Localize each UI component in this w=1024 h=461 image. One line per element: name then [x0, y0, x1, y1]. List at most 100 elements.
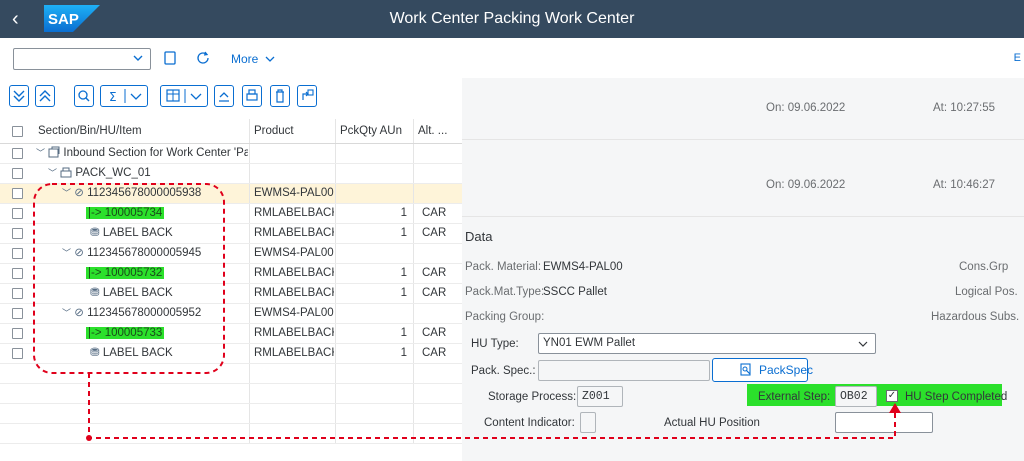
sum-menu-button[interactable]: Σ	[100, 85, 148, 107]
label-icon: ⛃	[90, 227, 100, 239]
external-step-label: External Step:	[758, 391, 831, 403]
refresh-icon[interactable]	[195, 50, 213, 68]
col-header-product[interactable]: Product	[254, 119, 334, 143]
empty-row	[0, 364, 462, 384]
truncated-toolbar-item[interactable]: E	[1014, 52, 1021, 64]
uom-cell: CAR	[422, 227, 447, 239]
header-toolbar: More E	[0, 38, 1024, 78]
tree-toolbar: Σ	[0, 78, 462, 118]
product-cell: EWMS4-PAL00	[254, 307, 334, 319]
hu-tree-panel: Σ Section/Bin/HU/Item Product PckQty AUn…	[0, 78, 462, 461]
collapse-all-icon[interactable]	[35, 85, 55, 107]
product-cell: RMLABELBACK	[254, 327, 334, 339]
chevron-down-icon	[858, 341, 868, 347]
variant-combo[interactable]	[13, 48, 151, 70]
tree-node-label: |-> 100005732	[86, 267, 165, 279]
pack-mat-type-value: SSCC Pallet	[543, 286, 607, 298]
row-checkbox[interactable]	[12, 208, 23, 219]
search-icon[interactable]	[74, 85, 94, 107]
row-checkbox[interactable]	[12, 328, 23, 339]
empty-row	[0, 424, 462, 444]
changed-on: On: 09.06.2022	[766, 179, 846, 191]
col-header-qty[interactable]: PckQty AUn	[340, 119, 412, 143]
section-icon	[48, 146, 60, 158]
tree-row[interactable]: ﹀ Inbound Section for Work Center 'Pa	[0, 144, 462, 164]
more-label: More	[231, 52, 259, 66]
created-on: On: 09.06.2022	[766, 102, 846, 114]
pack-spec-label: Pack. Spec.:	[471, 365, 536, 377]
row-checkbox[interactable]	[12, 308, 23, 319]
product-cell: EWMS4-PAL00	[254, 187, 334, 199]
pack-spec-field[interactable]	[538, 360, 710, 381]
row-checkbox[interactable]	[12, 288, 23, 299]
expand-all-icon[interactable]	[9, 85, 29, 107]
content-indicator-field[interactable]	[580, 412, 596, 433]
tree-row[interactable]: ﹀ ⊘ 112345678000005945 EWMS4-PAL00	[0, 244, 462, 264]
actual-hu-position-field[interactable]	[835, 412, 933, 433]
assign-icon[interactable]	[297, 85, 317, 107]
chevron-down-icon[interactable]: ﹀	[48, 168, 57, 178]
row-checkbox[interactable]	[12, 248, 23, 259]
tree-row[interactable]: |-> 100005734 RMLABELBACK 1 CAR	[0, 204, 462, 224]
storage-process-label: Storage Process:	[488, 391, 577, 403]
hu-step-completed-label: HU Step Completed	[905, 391, 1008, 403]
product-cell: RMLABELBACK	[254, 267, 334, 279]
external-step-field[interactable]: OB02	[835, 386, 877, 407]
tree-row[interactable]: ⛃ LABEL BACK RMLABELBACK 1 CAR	[0, 284, 462, 304]
more-menu[interactable]: More	[231, 52, 275, 66]
qty-cell: 1	[400, 347, 407, 359]
select-all-checkbox[interactable]	[12, 126, 23, 137]
layout-menu-button[interactable]	[160, 85, 208, 107]
tree-node-label: 112345678000005952	[87, 307, 202, 319]
product-cell: EWMS4-PAL00	[254, 247, 334, 259]
export-icon[interactable]	[214, 85, 234, 107]
qty-cell: 1	[400, 267, 407, 279]
tree-node-label: LABEL BACK	[102, 287, 173, 299]
tree-row[interactable]: ﹀ ⊘ 112345678000005952 EWMS4-PAL00	[0, 304, 462, 324]
tree-node-label: PACK_WC_01	[75, 167, 151, 179]
hu-step-completed-checkbox[interactable]: ✓	[886, 390, 898, 402]
tree-row[interactable]: ﹀ PACK_WC_01	[0, 164, 462, 184]
tree-row[interactable]: ⛃ LABEL BACK RMLABELBACK 1 CAR	[0, 344, 462, 364]
row-checkbox[interactable]	[12, 148, 23, 159]
tree-row[interactable]: |-> 100005732 RMLABELBACK 1 CAR	[0, 264, 462, 284]
col-header-section[interactable]: Section/Bin/HU/Item	[38, 119, 248, 143]
tree-node-label: Inbound Section for Work Center 'Pa	[63, 147, 248, 159]
tree-node-label: 112345678000005938	[87, 187, 202, 199]
chevron-down-icon[interactable]: ﹀	[62, 308, 71, 318]
chevron-down-icon[interactable]: ﹀	[62, 188, 71, 198]
logical-pos-label: Logical Pos.	[955, 286, 1018, 298]
qty-cell: 1	[400, 207, 407, 219]
empty-row	[0, 404, 462, 424]
storage-process-field[interactable]: Z001	[577, 386, 623, 407]
hazardous-label: Hazardous Subs.	[931, 311, 1020, 323]
hu-icon: ⊘	[74, 187, 84, 199]
product-cell: RMLABELBACK	[254, 227, 334, 239]
row-checkbox[interactable]	[12, 168, 23, 179]
qty-cell: 1	[400, 327, 407, 339]
chevron-down-icon[interactable]: ﹀	[62, 248, 71, 258]
tree-row[interactable]: ⛃ LABEL BACK RMLABELBACK 1 CAR	[0, 224, 462, 244]
tree-node-label: LABEL BACK	[102, 347, 173, 359]
row-checkbox[interactable]	[12, 188, 23, 199]
tree-node-label: |-> 100005734	[86, 207, 165, 219]
tree-row[interactable]: ﹀ ⊘ 112345678000005938 EWMS4-PAL00	[0, 184, 462, 204]
tree-row[interactable]: |-> 100005733 RMLABELBACK 1 CAR	[0, 324, 462, 344]
hu-type-select[interactable]: YN01 EWM Pallet	[538, 333, 876, 354]
row-checkbox[interactable]	[12, 268, 23, 279]
row-checkbox[interactable]	[12, 228, 23, 239]
col-header-alt[interactable]: Alt. ...	[418, 119, 462, 143]
empty-row	[0, 384, 462, 404]
row-checkbox[interactable]	[12, 348, 23, 359]
hu-type-value: YN01 EWM Pallet	[543, 337, 636, 349]
page-title: Work Center Packing Work Center	[389, 10, 635, 27]
bookmark-icon[interactable]	[162, 50, 180, 68]
print-icon[interactable]	[242, 85, 262, 107]
shell-bar: ‹ SAP Work Center Packing Work Center	[0, 0, 1024, 38]
content-indicator-label: Content Indicator:	[484, 417, 575, 429]
delete-icon[interactable]	[270, 85, 290, 107]
created-at: At: 10:27:55	[933, 102, 996, 114]
uom-cell: CAR	[422, 287, 447, 299]
packspec-button[interactable]: PackSpec	[712, 358, 813, 382]
chevron-down-icon[interactable]: ﹀	[36, 148, 45, 158]
